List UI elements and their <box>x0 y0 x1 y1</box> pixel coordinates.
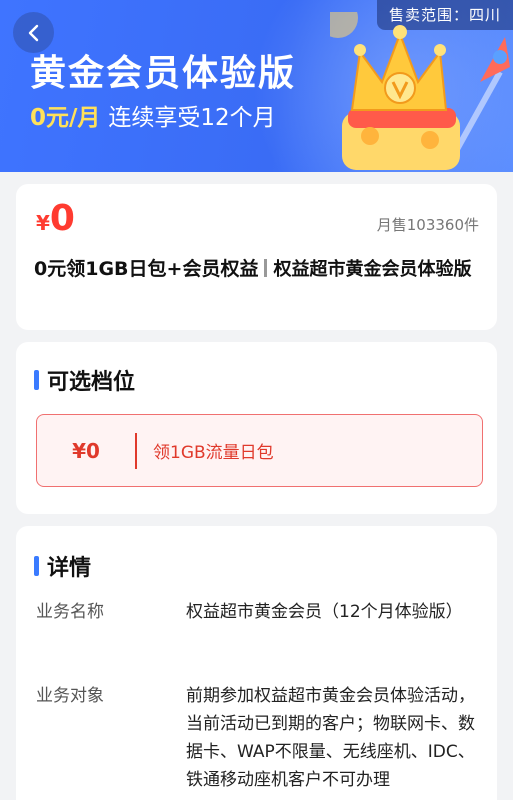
heading-accent-bar <box>34 556 39 576</box>
detail-value: 权益超市黄金会员（12个月体验版） <box>186 602 463 622</box>
currency-symbol: ¥ <box>36 211 50 235</box>
detail-card: 详情 业务名称 权益超市黄金会员（12个月体验版） 业务对象 前期参加权益超市黄… <box>16 526 497 800</box>
heading-accent-bar <box>34 370 39 390</box>
options-card: 可选档位 ¥0 领1GB流量日包 <box>16 342 497 514</box>
options-heading: 可选档位 <box>34 364 135 396</box>
banner-subtitle: 0元/月 连续享受12个月 <box>30 98 276 132</box>
option-item[interactable]: ¥0 领1GB流量日包 <box>36 414 483 487</box>
detail-key: 业务对象 <box>36 686 104 706</box>
detail-key: 业务名称 <box>36 602 104 622</box>
banner-price: 0元/月 <box>30 105 101 131</box>
detail-row-business-name: 业务名称 权益超市黄金会员（12个月体验版） <box>36 598 476 626</box>
product-title-sub: 权益超市黄金会员体验版 <box>273 259 472 280</box>
options-heading-label: 可选档位 <box>47 370 136 395</box>
chevron-left-icon <box>28 24 38 41</box>
monthly-sales: 月售103360件 <box>376 216 479 234</box>
option-price: ¥0 <box>72 438 100 463</box>
crown-gift-illustration <box>330 12 510 170</box>
option-label: 领1GB流量日包 <box>153 443 274 463</box>
header-banner: 售卖范围：四川 黄金会员体验版 0元/月 连续享受12个月 <box>0 0 513 172</box>
product-title: 0元领1GB日包+会员权益 权益超市黄金会员体验版 <box>34 254 484 285</box>
price-value: 0 <box>49 198 75 239</box>
product-price: ¥0 <box>36 198 75 239</box>
product-title-main: 0元领1GB日包+会员权益 <box>34 258 259 280</box>
detail-heading: 详情 <box>34 550 91 582</box>
banner-sub-text: 连续享受12个月 <box>108 105 276 131</box>
banner-title: 黄金会员体验版 <box>30 53 297 94</box>
detail-row-business-target: 业务对象 前期参加权益超市黄金会员体验活动，当前活动已到期的客户；物联网卡、数据… <box>36 682 476 794</box>
title-separator <box>264 259 268 277</box>
option-divider <box>135 432 137 469</box>
product-card: ¥0 月售103360件 0元领1GB日包+会员权益 权益超市黄金会员体验版 <box>16 184 497 330</box>
detail-heading-label: 详情 <box>47 556 92 581</box>
detail-value: 前期参加权益超市黄金会员体验活动，当前活动已到期的客户；物联网卡、数据卡、WAP… <box>186 686 475 790</box>
